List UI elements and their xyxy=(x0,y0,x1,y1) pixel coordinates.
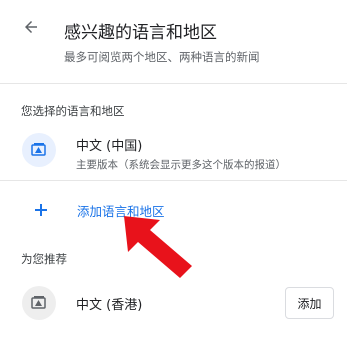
plus-icon xyxy=(30,199,52,221)
app-header: 感兴趣的语言和地区 最多可阅览两个地区、两种语言的新闻 xyxy=(0,0,347,84)
arrow-left-icon xyxy=(22,18,40,40)
translate-icon xyxy=(22,286,56,320)
back-button[interactable] xyxy=(18,16,44,42)
selected-section-label: 您选择的语言和地区 xyxy=(21,104,125,118)
page-title: 感兴趣的语言和地区 xyxy=(64,23,217,43)
suggested-language-name: 中文 (香港) xyxy=(76,298,143,313)
add-suggested-language-button[interactable]: 添加 xyxy=(285,287,334,319)
page-subtitle: 最多可阅览两个地区、两种语言的新闻 xyxy=(64,50,260,64)
section-divider xyxy=(0,180,347,181)
translate-icon xyxy=(22,133,56,167)
annotation-arrow-icon xyxy=(124,216,192,278)
selected-language-name: 中文 (中国) xyxy=(76,139,143,154)
suggested-section-label: 为您推荐 xyxy=(21,252,67,266)
selected-language-description: 主要版本（系统会显示更多这个版本的报道） xyxy=(76,159,286,171)
